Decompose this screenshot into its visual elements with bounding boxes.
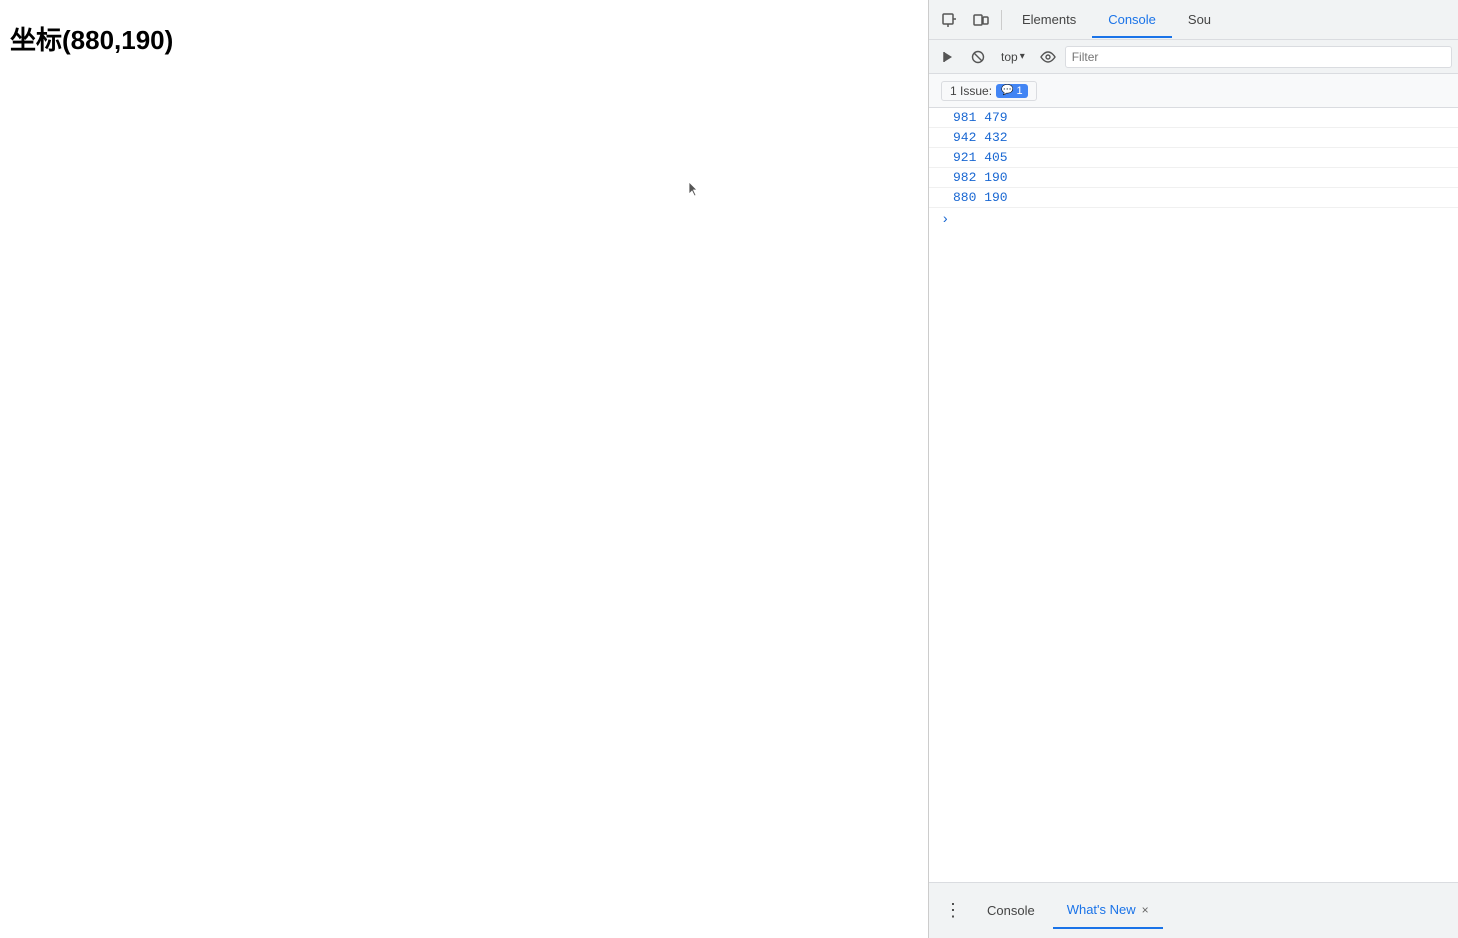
inspect-element-button[interactable] [933, 4, 965, 36]
context-selector-label: top [1001, 50, 1018, 64]
live-expressions-button[interactable] [1035, 44, 1061, 70]
log-value-1: 942 432 [953, 130, 1008, 145]
toolbar-separator-1 [1001, 10, 1002, 30]
issue-badge-icon: 💬 [1001, 85, 1013, 96]
console-prompt-row: › [929, 208, 1458, 232]
run-snippet-button[interactable] [935, 44, 961, 70]
log-entry-1: 942 432 [929, 128, 1458, 148]
devtools-top-toolbar: Elements Console Sou [929, 0, 1458, 40]
log-value-3: 982 190 [953, 170, 1008, 185]
log-value-0: 981 479 [953, 110, 1008, 125]
log-value-2: 921 405 [953, 150, 1008, 165]
devtools-bottom-bar: ⋮ Console What's New × [929, 882, 1458, 938]
console-toolbar: top ▾ [929, 40, 1458, 74]
bottom-tab-close-button[interactable]: × [1142, 903, 1149, 917]
main-page: 坐标(880,190) [0, 0, 928, 938]
log-entry-3: 982 190 [929, 168, 1458, 188]
bottom-tab-console-label: Console [987, 903, 1035, 918]
filter-input[interactable] [1065, 46, 1452, 68]
issues-badge: 💬 1 [996, 84, 1028, 98]
issues-label: 1 Issue: [950, 84, 992, 98]
device-toolbar-button[interactable] [965, 4, 997, 36]
log-entry-4: 880 190 [929, 188, 1458, 208]
context-selector-button[interactable]: top ▾ [995, 46, 1031, 68]
tab-elements[interactable]: Elements [1006, 4, 1092, 38]
chevron-down-icon: ▾ [1020, 51, 1025, 62]
issues-count: 1 [1016, 85, 1022, 97]
bottom-tab-whats-new[interactable]: What's New × [1053, 893, 1163, 929]
log-entry-2: 921 405 [929, 148, 1458, 168]
issues-button[interactable]: 1 Issue: 💬 1 [941, 81, 1037, 101]
cursor-icon [685, 180, 701, 196]
bottom-bar-menu-button[interactable]: ⋮ [937, 895, 969, 927]
console-prompt-chevron[interactable]: › [941, 212, 949, 228]
bottom-tab-whats-new-label: What's New [1067, 902, 1136, 917]
devtools-panel: Elements Console Sou top ▾ [928, 0, 1458, 938]
log-value-4: 880 190 [953, 190, 1008, 205]
coordinate-display: 坐标(880,190) [10, 20, 173, 57]
log-entry-0: 981 479 [929, 108, 1458, 128]
bottom-tab-console[interactable]: Console [973, 893, 1049, 929]
devtools-tabs: Elements Console Sou [1006, 0, 1454, 39]
issues-bar: 1 Issue: 💬 1 [929, 74, 1458, 108]
clear-console-button[interactable] [965, 44, 991, 70]
tab-console[interactable]: Console [1092, 4, 1172, 38]
tab-sources[interactable]: Sou [1172, 4, 1227, 38]
console-output[interactable]: 981 479 942 432 921 405 982 190 880 190 … [929, 108, 1458, 882]
